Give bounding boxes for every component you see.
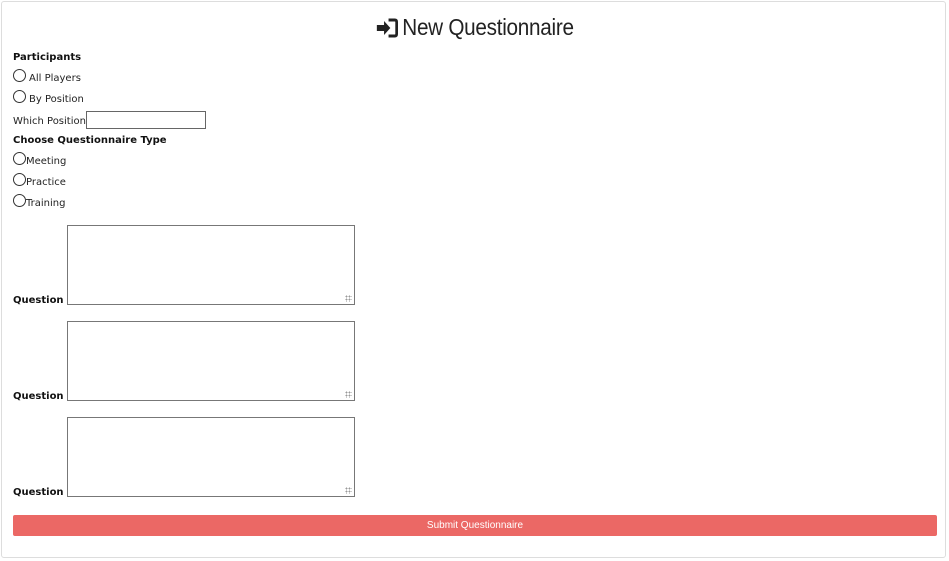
participants-heading: Participants: [13, 52, 82, 63]
question-3-textarea[interactable]: [67, 417, 355, 497]
radio-practice[interactable]: [13, 173, 26, 186]
question-1-textarea[interactable]: [67, 225, 355, 305]
position-input[interactable]: [86, 111, 206, 129]
question-1-label: Question 1: [13, 295, 74, 306]
radio-by-position[interactable]: [13, 90, 26, 103]
radio-meeting-label[interactable]: Meeting: [26, 156, 66, 167]
resize-handle-icon[interactable]: [345, 487, 352, 494]
radio-all-players[interactable]: [13, 69, 26, 82]
type-heading: Choose Questionnaire Type: [13, 135, 167, 146]
question-3-label: Question 3: [13, 487, 74, 498]
position-label: Which Position?: [13, 116, 92, 127]
radio-meeting[interactable]: [13, 152, 26, 165]
title-text: New Questionnaire: [402, 14, 574, 40]
submit-questionnaire-button[interactable]: Submit Questionnaire: [13, 515, 937, 536]
resize-handle-icon[interactable]: [345, 295, 352, 302]
radio-practice-label[interactable]: Practice: [26, 177, 66, 188]
radio-training-label[interactable]: Training: [26, 198, 65, 209]
sign-in-icon: [375, 17, 399, 44]
resize-handle-icon[interactable]: [345, 391, 352, 398]
radio-by-position-label[interactable]: By Position: [29, 94, 84, 105]
page-title: New Questionnaire: [47, 14, 901, 44]
radio-all-players-label[interactable]: All Players: [29, 73, 81, 84]
radio-training[interactable]: [13, 194, 26, 207]
question-2-textarea[interactable]: [67, 321, 355, 401]
question-2-label: Question 2: [13, 391, 74, 402]
